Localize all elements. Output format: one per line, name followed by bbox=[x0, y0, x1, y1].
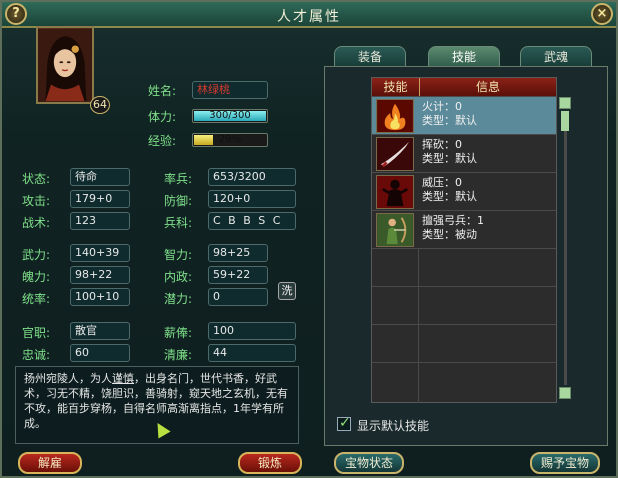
hp-label: 体力: bbox=[148, 110, 177, 124]
salary-value: 100 bbox=[208, 322, 296, 340]
title-bar: ? 人才属性 × bbox=[2, 2, 616, 28]
skill-name: 擅强弓兵：1 bbox=[422, 214, 484, 227]
attack-label: 攻击: bbox=[22, 194, 51, 208]
wash-potential-button[interactable]: 洗 bbox=[278, 282, 296, 300]
character-portrait-icon bbox=[38, 28, 92, 102]
checkmark-icon: ✓ bbox=[339, 415, 351, 431]
defense-value: 120+0 bbox=[208, 190, 296, 208]
info-column-header: 信息 bbox=[420, 78, 556, 96]
skill-list-scrollbar[interactable] bbox=[559, 97, 571, 403]
charm-value: 98+22 bbox=[70, 266, 130, 284]
scroll-track[interactable] bbox=[564, 111, 567, 385]
empty-skill-slot bbox=[372, 286, 556, 325]
troops-label: 率兵: bbox=[164, 172, 193, 186]
skill-row-slash[interactable]: 挥砍：0 类型：默认 bbox=[372, 134, 556, 172]
potential-value: 0 bbox=[208, 288, 268, 306]
might-label: 武力: bbox=[22, 248, 51, 262]
tab-equipment[interactable]: 装备 bbox=[334, 46, 406, 68]
bio-text-before: 扬州宛陵人，为人 bbox=[24, 372, 112, 385]
grant-treasure-button[interactable]: 赐予宝物 bbox=[530, 452, 600, 474]
skill-name: 挥砍：0 bbox=[422, 138, 462, 151]
fire-icon bbox=[376, 99, 414, 133]
close-button[interactable]: × bbox=[591, 3, 613, 25]
show-default-skills-label: 显示默认技能 bbox=[357, 419, 430, 433]
politics-value: 59+22 bbox=[208, 266, 268, 284]
potential-label: 潜力: bbox=[164, 292, 193, 306]
empty-skill-slot bbox=[372, 324, 556, 363]
tactics-label: 战术: bbox=[22, 216, 51, 230]
arms-label: 兵科: bbox=[164, 216, 193, 230]
command-label: 统率: bbox=[22, 292, 51, 306]
exp-bar: 29% bbox=[192, 133, 268, 147]
exp-bar-text: 29% bbox=[218, 134, 242, 145]
shadow-warrior-icon bbox=[376, 175, 414, 209]
skill-name: 威压：0 bbox=[422, 176, 462, 189]
command-value: 100+10 bbox=[70, 288, 130, 306]
skill-type: 类型：被动 bbox=[422, 228, 477, 241]
tab-martial-soul[interactable]: 武魂 bbox=[520, 46, 592, 68]
skill-row-fire[interactable]: 火计：0 类型：默认 bbox=[372, 96, 556, 134]
scroll-down-arrow-icon[interactable] bbox=[559, 387, 571, 399]
skill-list: 技能 信息 火计：0 类型：默认 挥砍：0 类型：默认 威压：0 类型：默认 擅… bbox=[371, 77, 557, 403]
skill-name: 火计：0 bbox=[422, 100, 462, 113]
skill-type: 类型：默认 bbox=[422, 152, 477, 165]
archer-icon bbox=[376, 213, 414, 247]
name-label: 姓名: bbox=[148, 84, 177, 98]
intel-value: 98+25 bbox=[208, 244, 268, 262]
office-value: 散官 bbox=[70, 322, 130, 340]
scroll-up-arrow-icon[interactable] bbox=[559, 97, 571, 109]
charm-label: 魄力: bbox=[22, 270, 51, 284]
sword-slash-icon bbox=[376, 137, 414, 171]
skills-panel: 技能 信息 火计：0 类型：默认 挥砍：0 类型：默认 威压：0 类型：默认 擅… bbox=[324, 66, 608, 446]
integrity-label: 清廉: bbox=[164, 348, 193, 362]
portrait-image bbox=[36, 26, 94, 104]
bio-highlight-trait[interactable]: 谨慎 bbox=[112, 372, 134, 385]
attack-value: 179+0 bbox=[70, 190, 130, 208]
name-value: 林绿桃 bbox=[192, 81, 268, 99]
hp-bar: 300/300 bbox=[192, 109, 268, 123]
tactics-value: 123 bbox=[70, 212, 130, 230]
dismiss-button[interactable]: 解雇 bbox=[18, 452, 82, 474]
treasure-status-button[interactable]: 宝物状态 bbox=[334, 452, 404, 474]
train-button[interactable]: 锻炼 bbox=[238, 452, 302, 474]
show-default-skills-checkbox[interactable]: ✓ bbox=[337, 415, 351, 431]
skill-row-intimidate[interactable]: 威压：0 类型：默认 bbox=[372, 172, 556, 210]
skill-type: 类型：默认 bbox=[422, 190, 477, 203]
status-label: 状态: bbox=[22, 172, 51, 186]
skill-type: 类型：默认 bbox=[422, 114, 477, 127]
politics-label: 内政: bbox=[164, 270, 193, 284]
tab-skills[interactable]: 技能 bbox=[428, 46, 500, 68]
intel-label: 智力: bbox=[164, 248, 193, 262]
status-value: 待命 bbox=[70, 168, 130, 186]
exp-label: 经验: bbox=[148, 134, 177, 148]
empty-skill-slot bbox=[372, 362, 556, 403]
troops-value: 653/3200 bbox=[208, 168, 296, 186]
skill-row-archer[interactable]: 擅强弓兵：1 类型：被动 bbox=[372, 210, 556, 248]
hp-bar-text: 300/300 bbox=[209, 110, 251, 121]
might-value: 140+39 bbox=[70, 244, 130, 262]
loyalty-label: 忠诚: bbox=[22, 348, 51, 362]
arms-value: C B B S C bbox=[208, 212, 296, 230]
empty-skill-slot bbox=[372, 248, 556, 287]
window-title: 人才属性 bbox=[277, 9, 341, 25]
loyalty-value: 60 bbox=[70, 344, 130, 362]
skill-column-header: 技能 bbox=[372, 78, 420, 96]
integrity-value: 44 bbox=[208, 344, 296, 362]
level-badge: 64 bbox=[90, 96, 110, 114]
salary-label: 薪俸: bbox=[164, 326, 193, 340]
defense-label: 防御: bbox=[164, 194, 193, 208]
talent-attributes-window: ? 人才属性 × 64 姓名: 林绿桃 体力: 300/300 经验: 29% … bbox=[0, 0, 618, 478]
scroll-thumb[interactable] bbox=[561, 111, 569, 131]
office-label: 官职: bbox=[22, 326, 51, 340]
